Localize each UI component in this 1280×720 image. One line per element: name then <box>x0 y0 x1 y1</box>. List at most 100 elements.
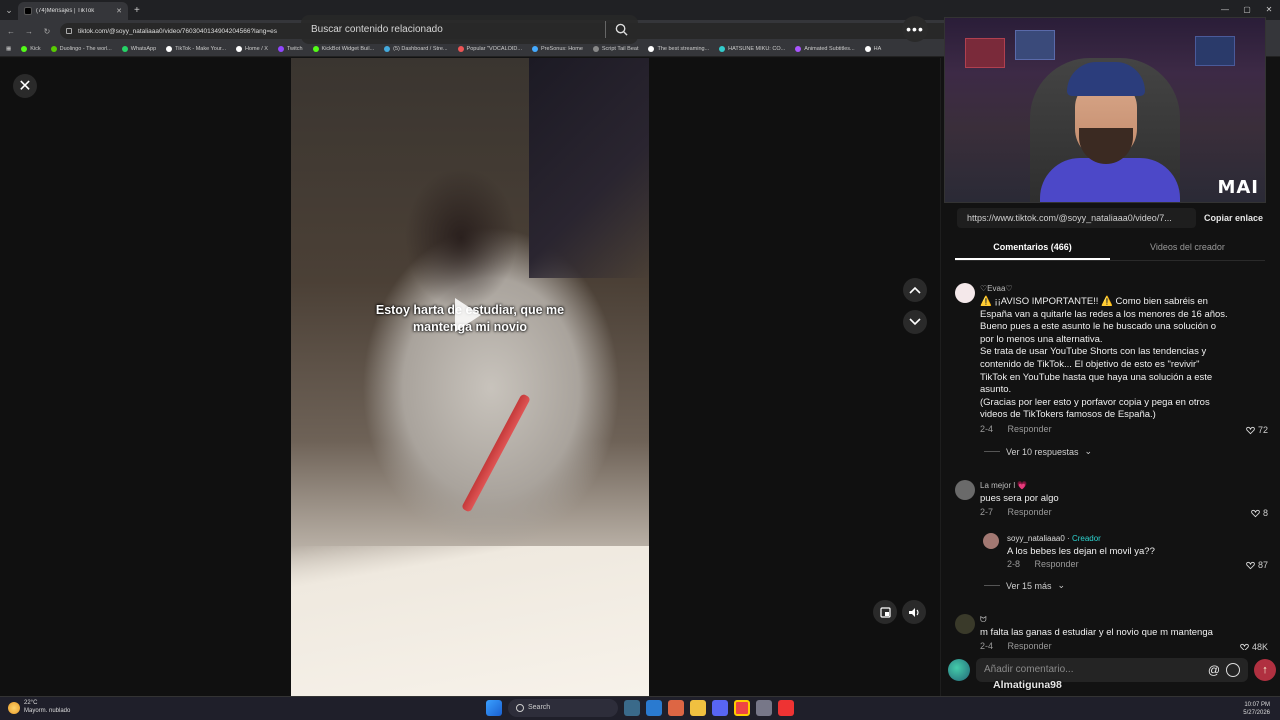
heart-icon <box>1246 561 1255 569</box>
search-placeholder: Buscar contenido relacionado <box>311 24 443 35</box>
webcam-overlay: MAI <box>944 17 1266 203</box>
site-info-icon[interactable] <box>66 28 72 34</box>
picture-in-picture-button[interactable] <box>873 600 897 624</box>
webcam-person-body <box>1040 158 1180 202</box>
divider-line <box>984 585 1000 586</box>
taskbar-search[interactable]: Search <box>508 699 618 717</box>
tab-creator-videos[interactable]: Videos del creador <box>1110 237 1265 260</box>
tab-comments[interactable]: Comentarios (466) <box>955 237 1110 260</box>
emoji-icon[interactable] <box>1226 663 1240 677</box>
mention-icon[interactable]: @ <box>1208 658 1220 682</box>
avatar[interactable] <box>955 480 975 500</box>
chevron-down-icon: ⌄ <box>1057 580 1066 590</box>
comments-list[interactable]: ♡Evaa♡ ⚠️ ¡¡AVISO IMPORTANTE!! ⚠️ Como b… <box>950 280 1270 650</box>
bookmark-item[interactable]: (5) Dashboard / Stre... <box>384 46 448 52</box>
comment-author[interactable]: ♡Evaa♡ <box>980 284 1013 293</box>
panel-tabs: Comentarios (466) Videos del creador <box>955 237 1265 261</box>
video-notebook <box>291 546 649 696</box>
back-icon[interactable]: ← <box>6 27 16 36</box>
tab-search-icon[interactable]: ⌄ <box>0 5 18 16</box>
avatar[interactable] <box>955 614 975 634</box>
bookmark-item[interactable]: KickBot Widget Buil... <box>312 46 374 52</box>
new-tab-icon[interactable]: + <box>134 5 140 16</box>
reply-button[interactable]: Responder <box>1008 641 1052 650</box>
bookmark-favicon-icon <box>166 46 173 52</box>
reply-button[interactable]: Responder <box>1008 507 1052 517</box>
bookmark-label: Kick <box>30 46 41 52</box>
search-icon[interactable] <box>615 23 628 36</box>
next-video-button[interactable] <box>903 310 927 334</box>
like-button[interactable]: 87 <box>1246 560 1268 570</box>
bookmark-label: Home / X <box>245 46 268 52</box>
bookmark-item[interactable]: Duolingo - The worl... <box>50 46 112 52</box>
comment-meta: 2-4 Responder <box>980 641 1064 650</box>
comment-date: 2-7 <box>980 507 994 517</box>
bookmark-label: Animated Subtitles... <box>804 46 855 52</box>
play-icon[interactable] <box>455 298 481 332</box>
stream-username-overlay: Almatiguna98 <box>993 679 1062 691</box>
like-button[interactable]: 48K <box>1240 642 1268 650</box>
like-button[interactable]: 8 <box>1251 508 1268 518</box>
reply-button[interactable]: Responder <box>1008 424 1052 434</box>
bookmark-item[interactable]: Script Tail Beat <box>592 46 638 52</box>
bookmark-item[interactable]: HATSUNE MIKU: CO... <box>719 46 785 52</box>
bookmark-item[interactable]: PreSonus: Home <box>532 46 583 52</box>
avatar[interactable] <box>983 533 999 549</box>
video-player[interactable] <box>291 58 649 696</box>
comment-author[interactable]: ᗢ <box>980 615 987 625</box>
chrome-icon[interactable] <box>734 700 750 716</box>
video-background <box>529 58 649 278</box>
webcam-person-cap <box>1067 62 1145 96</box>
taskbar-apps: Search <box>486 699 794 717</box>
bookmark-item[interactable]: Kick <box>21 46 41 52</box>
forward-icon[interactable]: → <box>24 27 34 36</box>
close-viewer-button[interactable]: ✕ <box>13 74 37 98</box>
view-replies-button[interactable]: Ver 10 respuestas ⌄ <box>984 446 1092 457</box>
copy-link-button[interactable]: Copiar enlace <box>1204 213 1263 223</box>
avatar[interactable] <box>955 283 975 303</box>
browser-tab[interactable]: (74)Mensajes | TikTok ✕ <box>18 2 128 20</box>
app-icon[interactable] <box>668 700 684 716</box>
weather-text: 22°C Mayorm. nublado <box>24 700 70 715</box>
like-button[interactable]: 72 <box>1246 425 1268 435</box>
settings-icon[interactable] <box>756 700 772 716</box>
webcam-overlay-text: MAI <box>1217 177 1259 198</box>
file-explorer-icon[interactable] <box>690 700 706 716</box>
volume-button[interactable] <box>902 600 926 624</box>
reload-icon[interactable]: ↻ <box>42 27 52 36</box>
apps-icon[interactable]: ▦ <box>6 46 11 52</box>
task-view-icon[interactable] <box>624 700 640 716</box>
bookmark-item[interactable]: WhatsApp <box>121 46 156 52</box>
bookmark-item[interactable]: The best streaming... <box>648 46 709 52</box>
bookmark-item[interactable]: Animated Subtitles... <box>795 46 855 52</box>
bookmark-favicon-icon <box>121 46 128 52</box>
comment-author[interactable]: La mejor l 💗 <box>980 481 1027 490</box>
reply-button[interactable]: Responder <box>1035 559 1079 569</box>
bookmark-item[interactable]: Home / X <box>236 46 268 52</box>
url-text: tiktok.com/@soyy_nataliaaa0/video/760304… <box>78 27 278 35</box>
weather-widget[interactable]: 22°C Mayorm. nublado <box>8 700 70 715</box>
bookmark-item[interactable]: TikTok - Make Your... <box>166 46 226 52</box>
previous-video-button[interactable] <box>903 278 927 302</box>
reply-author-name[interactable]: soyy_nataliaaa0 <box>1007 534 1065 543</box>
tab-close-icon[interactable]: ✕ <box>116 7 122 15</box>
edge-icon[interactable] <box>646 700 662 716</box>
system-clock[interactable]: 10:07 PM 5/27/2026 <box>1243 701 1270 717</box>
bookmark-favicon-icon <box>592 46 599 52</box>
view-more-button[interactable]: Ver 15 más ⌄ <box>984 580 1065 591</box>
bookmark-item[interactable]: Twitch <box>277 46 303 52</box>
comment-meta: 2-7 Responder <box>980 507 1064 517</box>
video-link-field[interactable]: https://www.tiktok.com/@soyy_nataliaaa0/… <box>957 208 1196 228</box>
bookmark-favicon-icon <box>277 46 284 52</box>
discord-icon[interactable] <box>712 700 728 716</box>
bookmark-favicon-icon <box>384 46 391 52</box>
related-search-input[interactable]: Buscar contenido relacionado <box>301 15 638 44</box>
video-viewer: ✕ <box>0 58 940 696</box>
bookmark-item[interactable]: Popular "VOCALOID... <box>457 46 522 52</box>
bookmark-item[interactable]: HA <box>864 46 881 52</box>
send-comment-button[interactable]: ↑ <box>1254 659 1276 681</box>
comment-date: 2-8 <box>1007 559 1021 569</box>
more-options-button[interactable]: ••• <box>902 16 928 42</box>
music-app-icon[interactable] <box>778 700 794 716</box>
windows-start-icon[interactable] <box>486 700 502 716</box>
